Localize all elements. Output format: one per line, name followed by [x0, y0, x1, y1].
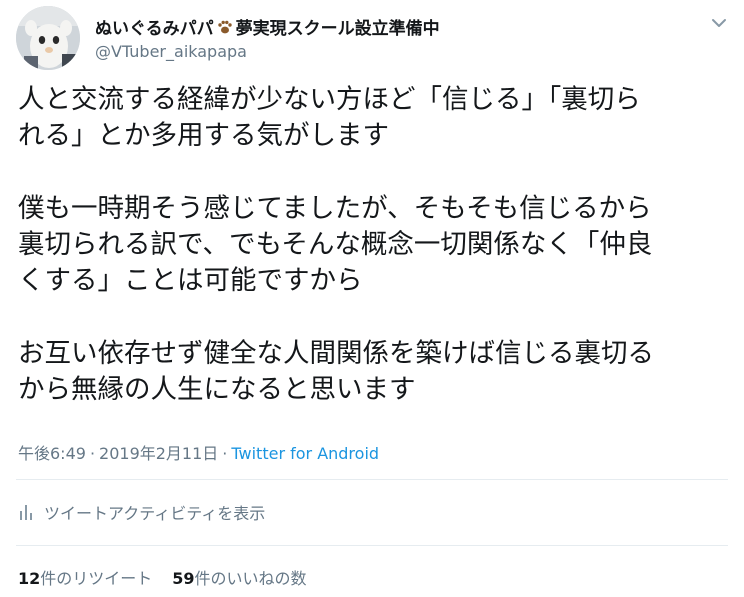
tweet-line: 人と交流する経緯が少ない方ほど「信じる」「裏切ら [18, 84, 641, 115]
tweet-card: ぬいぐるみパパ 夢実現スクール設立準備中 @VTuber_aikapapa 人と… [0, 0, 744, 597]
meta-separator: · [89, 444, 96, 463]
paw-icon [217, 20, 232, 33]
tweet-date[interactable]: 2019年2月11日 [99, 444, 218, 463]
tweet-paragraph: 人と交流する経緯が少ない方ほど「信じる」「裏切ら れる」とか多用する気がします [18, 82, 730, 154]
tweet-time[interactable]: 午後6:49 [18, 444, 86, 463]
tweet-meta: 午後6:49 · 2019年2月11日 · Twitter for Android [18, 440, 379, 464]
tweet-line: から無縁の人生になると思います [18, 374, 416, 405]
divider [16, 479, 728, 480]
tweet-paragraph: 僕も一時期そう感じてましたが、そもそも信じるから 裏切られる訳で、でもそんな概念… [18, 191, 730, 299]
tweet-line: れる」とか多用する気がします [18, 120, 389, 151]
like-count-value: 59 [172, 569, 195, 588]
display-name-suffix[interactable]: 夢実現スクール設立準備中 [236, 14, 440, 39]
avatar-image [16, 6, 80, 70]
avatar[interactable] [16, 6, 80, 70]
retweet-count-value: 12 [18, 569, 41, 588]
tweet-line: 僕も一時期そう感じてましたが、そもそも信じるから [18, 193, 652, 224]
retweet-count-label: 件のリツイート [40, 569, 153, 588]
like-count[interactable]: 59件のいいねの数 [172, 565, 306, 589]
tweet-paragraph: お互い依存せず健全な人間関係を築けば信じる裏切る から無縁の人生になると思います [18, 336, 730, 408]
tweet-line: お互い依存せず健全な人間関係を築けば信じる裏切る [18, 338, 654, 369]
tweet-activity-link[interactable]: ツイートアクティビティを表示 [18, 500, 265, 524]
chevron-down-icon[interactable] [708, 12, 730, 34]
tweet-line: くする」ことは可能ですから [18, 265, 363, 296]
like-count-label: 件のいいねの数 [194, 569, 307, 588]
author-name-row[interactable]: ぬいぐるみパパ 夢実現スクール設立準備中 [95, 14, 440, 39]
retweet-count[interactable]: 12件のリツイート [18, 565, 152, 589]
divider [16, 545, 728, 546]
bar-chart-icon [20, 505, 32, 520]
meta-separator: · [222, 444, 228, 463]
tweet-line: 裏切られる訳で、でもそんな概念一切関係なく「仲良 [18, 229, 653, 260]
tweet-activity-label: ツイートアクティビティを表示 [44, 504, 266, 523]
user-handle[interactable]: @VTuber_aikapapa [95, 42, 247, 61]
display-name[interactable]: ぬいぐるみパパ [95, 14, 214, 39]
tweet-text: 人と交流する経緯が少ない方ほど「信じる」「裏切ら れる」とか多用する気がします … [18, 82, 730, 408]
tweet-source-link[interactable]: Twitter for Android [231, 444, 379, 463]
tweet-stats: 12件のリツイート 59件のいいねの数 [18, 565, 307, 589]
